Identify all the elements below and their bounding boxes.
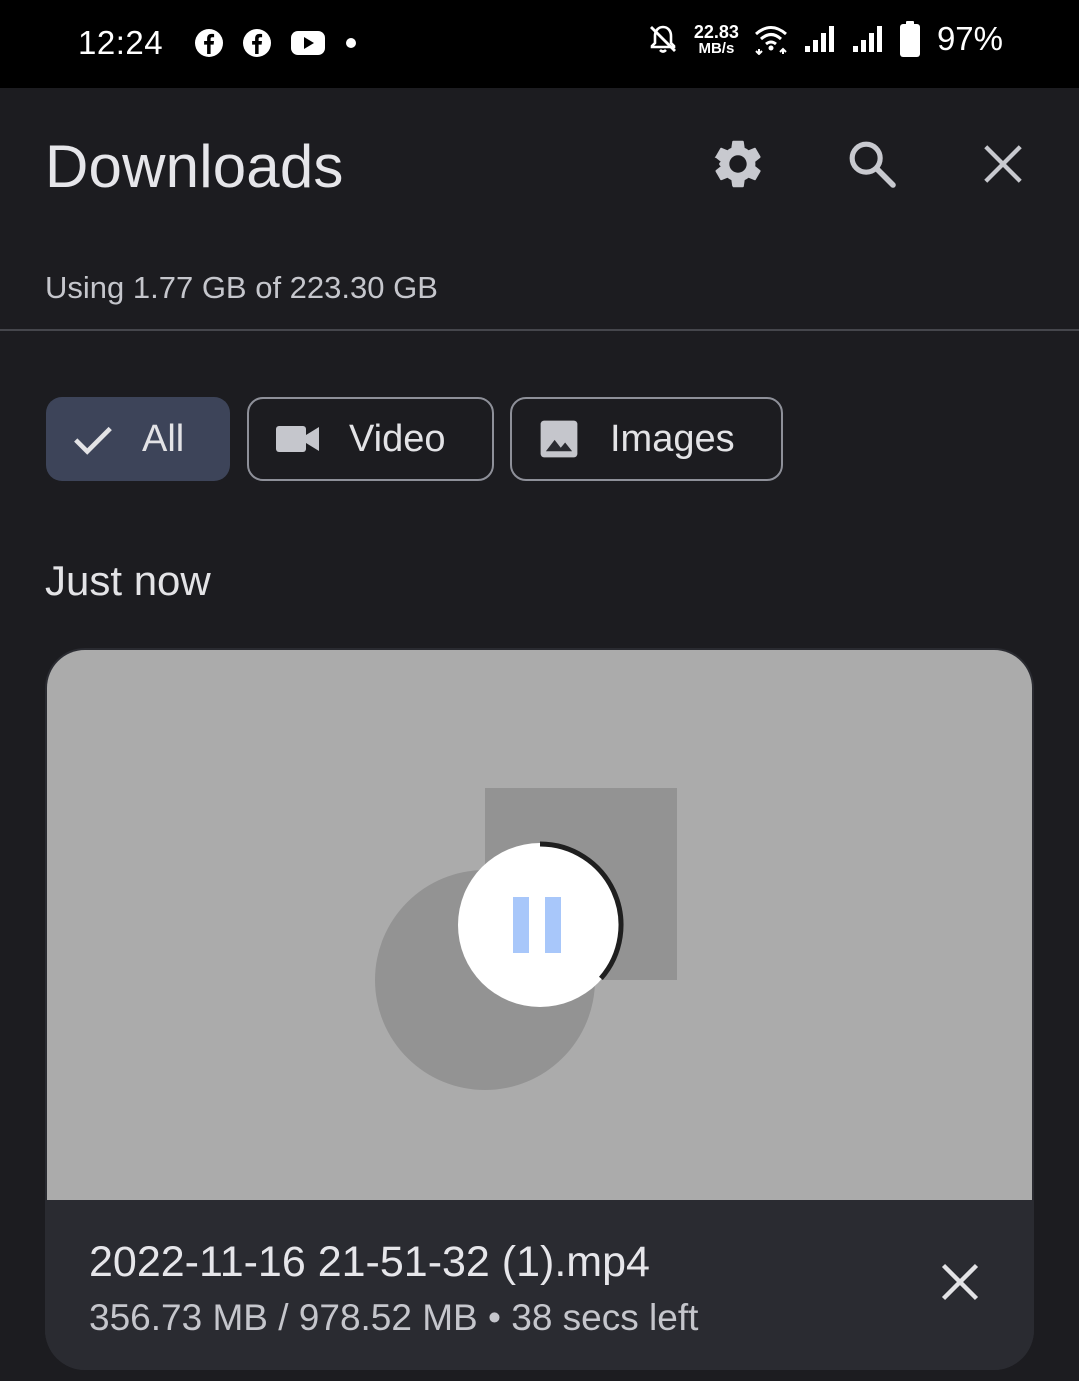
filter-chip-label: Video	[349, 417, 446, 460]
system-status-icons: 22.83 MB/s 97%	[646, 20, 1003, 58]
check-icon	[74, 426, 112, 455]
close-icon	[984, 145, 1022, 183]
download-info: 2022-11-16 21-51-32 (1).mp4 356.73 MB / …	[45, 1200, 1034, 1370]
page-title: Downloads	[45, 133, 344, 200]
filter-chip-label: Images	[610, 417, 735, 460]
gear-icon	[714, 140, 761, 188]
youtube-icon	[291, 31, 325, 55]
app-bar: Downloads	[0, 88, 1079, 248]
pause-button[interactable]	[455, 840, 625, 1010]
notifications-off-icon	[649, 25, 676, 53]
close-icon	[941, 1263, 979, 1301]
status-time: 12:24	[78, 24, 164, 61]
section-header: Just now	[45, 557, 211, 604]
divider	[0, 329, 1079, 331]
image-icon	[540, 420, 578, 458]
battery-icon	[899, 21, 920, 57]
wifi-icon	[754, 26, 787, 55]
signal-icon	[852, 26, 882, 52]
dot-icon	[346, 38, 356, 48]
file-name: 2022-11-16 21-51-32 (1).mp4	[89, 1238, 650, 1286]
settings-button[interactable]	[702, 128, 774, 200]
filter-chip-all[interactable]: All	[46, 397, 230, 481]
status-bar: 12:24 22.83 MB/s 97%	[0, 0, 1079, 88]
download-progress-text: 356.73 MB / 978.52 MB • 38 secs left	[89, 1297, 699, 1338]
download-card[interactable]: 2022-11-16 21-51-32 (1).mp4 356.73 MB / …	[45, 648, 1034, 1370]
video-camera-icon	[276, 426, 319, 452]
notification-icons	[194, 28, 358, 58]
filter-chip-label: All	[142, 417, 185, 460]
search-icon	[849, 141, 896, 188]
signal-icon	[804, 26, 834, 52]
network-speed-value: 22.83	[693, 21, 739, 42]
facebook-icon	[243, 29, 271, 57]
thumbnail-placeholder[interactable]	[47, 650, 1032, 1200]
close-downloads-button[interactable]	[967, 128, 1039, 200]
cancel-download-button[interactable]	[922, 1244, 998, 1320]
storage-usage: Using 1.77 GB of 223.30 GB	[45, 270, 438, 305]
network-speed-unit: MB/s	[698, 39, 735, 57]
facebook-icon	[195, 29, 223, 57]
battery-percent: 97%	[936, 20, 1003, 57]
network-speed: 22.83 MB/s	[694, 23, 739, 56]
search-button[interactable]	[836, 128, 908, 200]
pause-icon	[513, 897, 561, 953]
filter-chip-video[interactable]: Video	[247, 397, 494, 481]
filter-chip-images[interactable]: Images	[510, 397, 783, 481]
